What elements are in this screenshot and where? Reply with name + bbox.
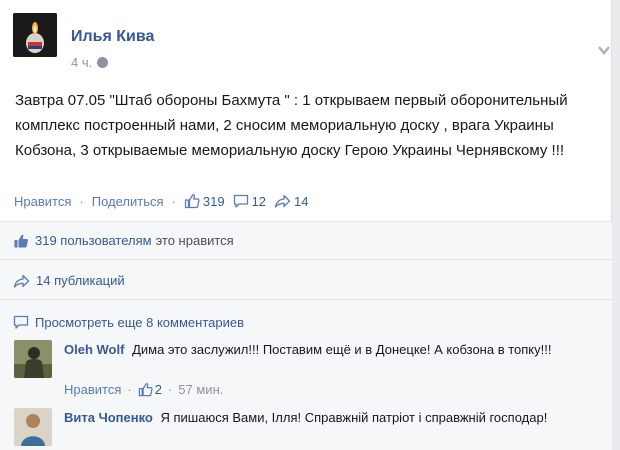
share-arrow-icon — [13, 274, 30, 288]
like-link[interactable]: Нравится — [14, 194, 71, 209]
comment-icon — [13, 315, 29, 329]
globe-icon — [97, 57, 109, 68]
post-timestamp[interactable]: 4 ч. — [71, 55, 109, 70]
comment-meta: Нравится · 2 · 57 мин. — [64, 382, 223, 397]
likes-summary-row: 319 пользователям это нравится — [0, 222, 612, 260]
thumbs-up-icon — [184, 194, 200, 209]
commenter-name[interactable]: Вита Чопенко — [64, 410, 153, 425]
author-avatar[interactable] — [13, 13, 57, 57]
comment-body: Oleh Wolf Дима это заслужил!!! Поставим … — [64, 340, 594, 359]
share-arrow-icon — [274, 194, 291, 208]
commenter-avatar[interactable] — [14, 408, 52, 446]
comment-like-link[interactable]: Нравится — [64, 382, 121, 397]
comment-likes-text: 2 — [154, 382, 162, 397]
comment-item: Oleh Wolf Дима это заслужил!!! Поставим … — [14, 340, 599, 404]
likes-users-link[interactable]: 319 пользователям — [35, 233, 152, 248]
shares-summary-row: 14 публикаций — [0, 262, 612, 300]
post-author-name[interactable]: Илья Кива — [71, 28, 154, 46]
post-card: Илья Кива 4 ч. Завтра 07.05 "Штаб оборон… — [0, 0, 612, 450]
comments-count-text: 12 — [251, 193, 267, 209]
likes-suffix: это нравится — [155, 233, 234, 248]
post-text: Завтра 07.05 "Штаб обороны Бахмута " : 1… — [15, 92, 568, 159]
thumbs-up-icon — [14, 234, 28, 247]
likes-count-text: 319 — [202, 193, 225, 209]
comment-time[interactable]: 57 мин. — [178, 382, 223, 397]
comment-icon — [233, 194, 248, 208]
feedback-section: 319 пользователям это нравится 14 публик… — [0, 221, 612, 450]
shares-link[interactable]: 14 публикаций — [36, 273, 125, 288]
post-header: Илья Кива 4 ч. — [13, 13, 610, 73]
separator: · — [171, 193, 176, 209]
separator: · — [167, 382, 173, 397]
post-actions-bar: Нравится · Поделиться · 319 12 14 — [14, 192, 317, 210]
comments-count[interactable]: 12 — [233, 193, 266, 209]
comment-item: Вита Чопенко Я пишаюся Вами, Ілля! Справ… — [14, 408, 599, 450]
share-link[interactable]: Поделиться — [92, 194, 164, 209]
shares-count[interactable]: 14 — [274, 193, 309, 209]
thumbs-up-icon — [138, 383, 153, 397]
likes-count[interactable]: 319 — [184, 193, 225, 209]
shares-count-text: 14 — [294, 193, 309, 209]
commenter-name[interactable]: Oleh Wolf — [64, 342, 124, 357]
comment-body: Вита Чопенко Я пишаюся Вами, Ілля! Справ… — [64, 408, 594, 427]
commenter-avatar[interactable] — [14, 340, 52, 378]
separator: · — [127, 382, 132, 397]
comment-text: Я пишаюся Вами, Ілля! Справжній патріот … — [160, 410, 548, 425]
post-time-text[interactable]: 4 ч. — [71, 55, 92, 70]
view-more-comments-link[interactable]: Просмотреть еще 8 комментариев — [35, 315, 244, 330]
comment-likes-count[interactable]: 2 — [138, 382, 162, 397]
chevron-down-icon[interactable] — [597, 43, 611, 57]
comment-text: Дима это заслужил!!! Поставим ещё и в До… — [132, 342, 552, 357]
view-more-comments-row: Просмотреть еще 8 комментариев — [0, 310, 612, 334]
separator: · — [79, 193, 84, 209]
